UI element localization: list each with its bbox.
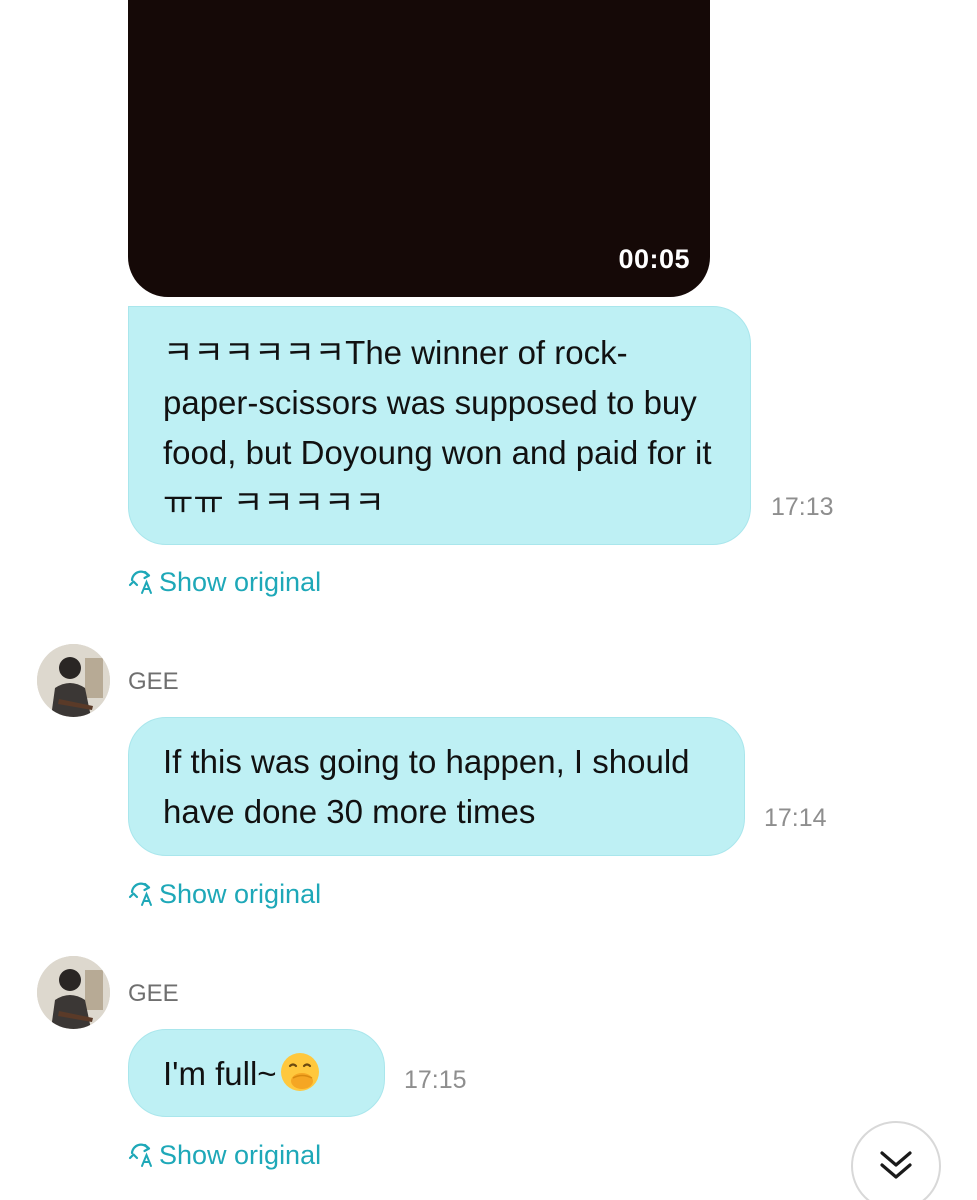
video-duration: 00:05 <box>618 244 690 274</box>
message-bubble[interactable]: ㅋㅋㅋㅋㅋㅋThe winner of rock-paper-scissors … <box>128 306 751 545</box>
message-timestamp: 17:15 <box>404 1066 467 1094</box>
message-timestamp: 17:13 <box>771 493 834 521</box>
translate-icon <box>128 1143 152 1167</box>
message-text: I'm full~ <box>163 1055 277 1092</box>
video-message[interactable]: 00:05 <box>128 0 710 297</box>
message-timestamp: 17:14 <box>764 804 827 832</box>
avatar-photo <box>37 644 110 717</box>
double-chevron-down-icon <box>880 1151 912 1179</box>
avatar-photo <box>37 956 110 1029</box>
message-bubble[interactable]: If this was going to happen, I should ha… <box>128 717 745 856</box>
translate-icon <box>128 570 152 594</box>
avatar[interactable] <box>37 956 110 1029</box>
hand-over-mouth-emoji <box>280 1053 319 1091</box>
sender-name: GEE <box>128 980 179 1007</box>
translate-icon <box>128 882 152 906</box>
chat-screen: 00:05 ㅋㅋㅋㅋㅋㅋThe winner of rock-paper-sci… <box>0 0 977 1200</box>
show-original-link[interactable]: Show original <box>128 566 321 598</box>
avatar[interactable] <box>37 644 110 717</box>
show-original-label: Show original <box>159 879 322 909</box>
sender-name: GEE <box>128 668 179 695</box>
show-original-link[interactable]: Show original <box>128 878 321 910</box>
show-original-label: Show original <box>159 567 322 597</box>
message-bubble[interactable]: I'm full~ <box>128 1029 385 1117</box>
show-original-label: Show original <box>159 1140 322 1170</box>
scroll-to-bottom-button[interactable] <box>851 1121 941 1200</box>
show-original-link[interactable]: Show original <box>128 1139 321 1171</box>
